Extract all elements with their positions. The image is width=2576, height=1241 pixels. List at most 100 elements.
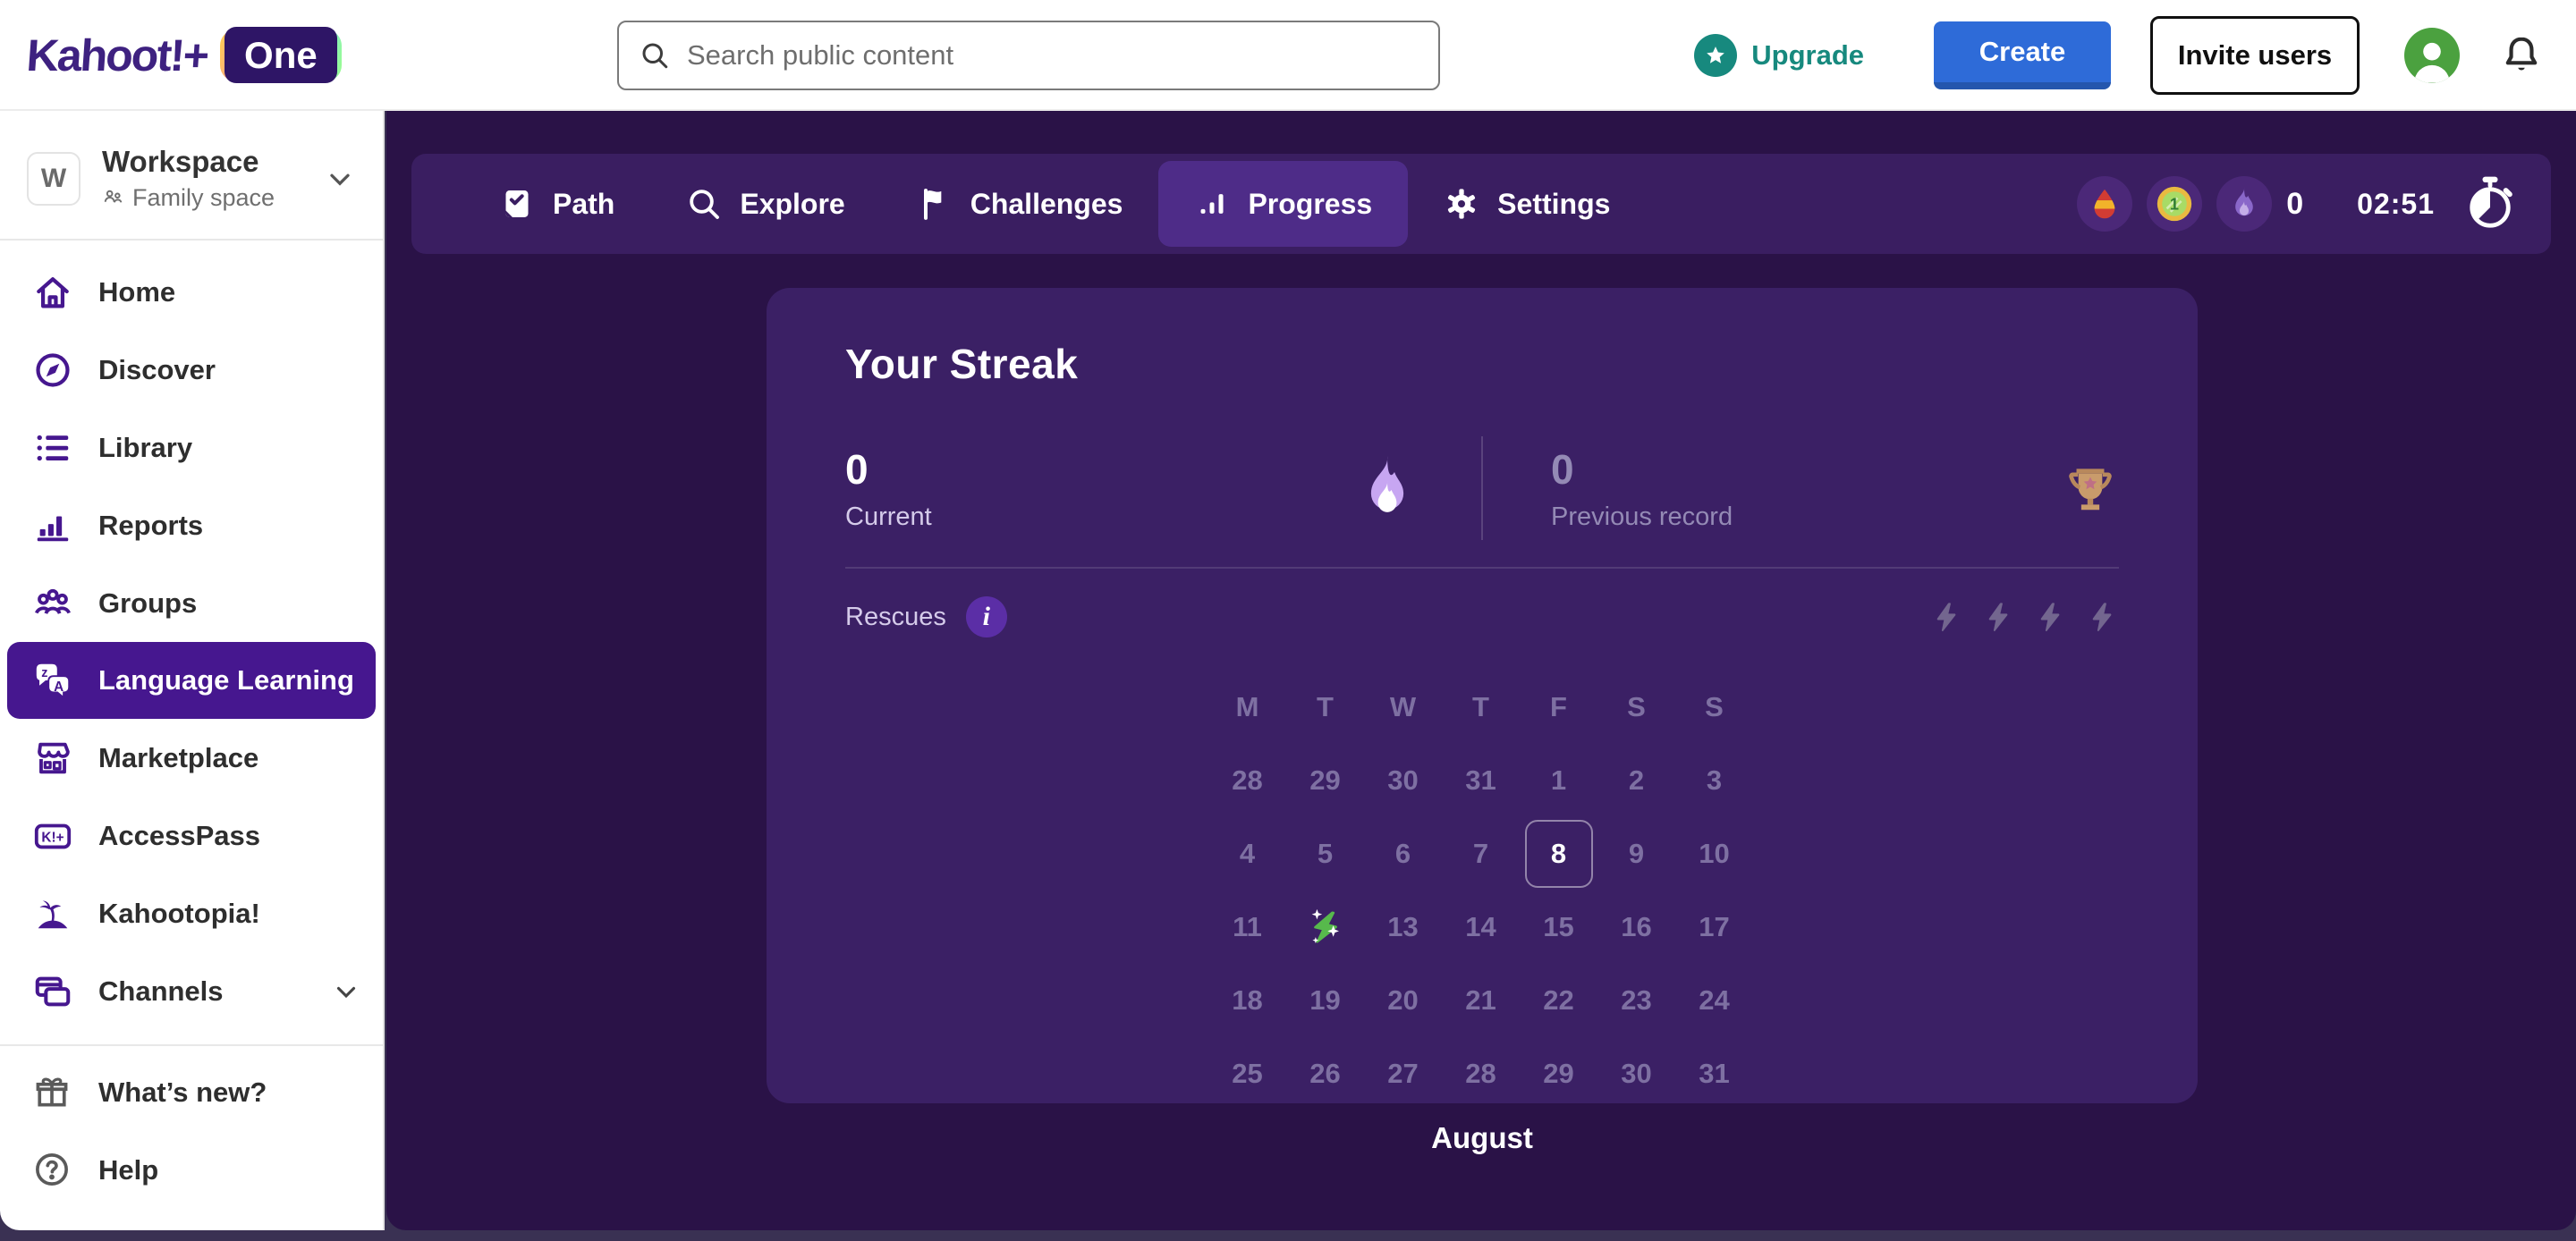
- calendar-weekday: F: [1550, 691, 1567, 722]
- progress-bars-icon: [1194, 186, 1230, 222]
- streak-flame-button[interactable]: [2216, 176, 2273, 232]
- calendar-weekdays: MTWTFSS: [1208, 671, 1756, 744]
- calendar-day: 31: [1465, 764, 1496, 796]
- info-icon[interactable]: i: [965, 596, 1007, 637]
- calendar-day: 30: [1621, 1058, 1652, 1089]
- divider: [845, 567, 2119, 569]
- accesspass-badge-icon: K!+: [32, 815, 73, 857]
- rescue-bolt-icon: [2085, 595, 2119, 638]
- language-bubbles-icon: z A: [32, 660, 73, 701]
- calendar-day: 1: [1550, 764, 1567, 796]
- coin-button[interactable]: 1: [2147, 176, 2203, 232]
- flag-icon: [917, 186, 953, 222]
- tab-path[interactable]: Path: [463, 154, 650, 254]
- sidebar-item-library[interactable]: Library: [0, 409, 383, 486]
- tab-settings[interactable]: Settings: [1408, 154, 1646, 254]
- one-badge-label: One: [225, 27, 337, 83]
- calendar-day: 8: [1524, 817, 1593, 891]
- language-flag-button[interactable]: [2077, 176, 2133, 232]
- bar-chart-icon: [32, 505, 73, 546]
- main-content: Path Explore Challenges Progress Setting…: [386, 111, 2576, 1230]
- chevron-down-icon: [331, 976, 361, 1007]
- workspace-title: Workspace: [102, 145, 259, 178]
- streak-day-bolt-icon: [1311, 908, 1339, 944]
- calendar-day: 20: [1387, 984, 1419, 1016]
- star-icon: [1694, 34, 1738, 77]
- calendar-day: 14: [1465, 911, 1496, 942]
- account-avatar[interactable]: [2404, 28, 2460, 83]
- rescue-bolts: [1929, 595, 2119, 638]
- calendar-day: 29: [1543, 1058, 1574, 1089]
- calendar-day: 30: [1387, 764, 1419, 796]
- sidebar-item-discover[interactable]: Discover: [0, 331, 383, 409]
- calendar-today: 8: [1524, 820, 1593, 888]
- spain-flag-droplet-icon: [2094, 189, 2115, 219]
- workspace-avatar: W: [27, 151, 80, 206]
- divider: [0, 1044, 383, 1046]
- upgrade-button[interactable]: Upgrade: [1694, 34, 1864, 77]
- workspace-switcher[interactable]: W Workspace Family space: [0, 111, 383, 239]
- calendar-weekday: M: [1235, 691, 1259, 722]
- rescue-bolt-icon: [1929, 595, 1963, 638]
- calendar-day: 24: [1699, 984, 1730, 1016]
- sidebar-item-accesspass[interactable]: K!+ AccessPass: [0, 797, 383, 874]
- calendar-day: 5: [1317, 838, 1334, 869]
- path-checklist-icon: [499, 186, 535, 222]
- sidebar-item-language-learning[interactable]: z A Language Learning: [7, 642, 376, 719]
- calendar-day: 6: [1394, 838, 1411, 869]
- rescue-bolt-icon: [2033, 595, 2067, 638]
- calendar-day: 16: [1621, 911, 1652, 942]
- people-icon: [32, 583, 73, 624]
- tab-explore[interactable]: Explore: [650, 154, 880, 254]
- home-icon: [32, 272, 73, 313]
- flame-icon: [1361, 452, 1413, 524]
- calendar-day: 11: [1233, 911, 1262, 942]
- notifications-bell-icon[interactable]: [2499, 33, 2544, 78]
- calendar-day: 23: [1621, 984, 1652, 1016]
- calendar-day: 10: [1699, 838, 1730, 869]
- tab-challenges[interactable]: Challenges: [881, 154, 1159, 254]
- chevron-down-icon: [324, 163, 356, 195]
- current-streak-value: 0: [845, 445, 869, 493]
- calendar-day: 2: [1628, 764, 1645, 796]
- stopwatch-icon[interactable]: [2462, 175, 2519, 232]
- calendar-day: 4: [1239, 838, 1256, 869]
- calendar-day: 28: [1465, 1058, 1496, 1089]
- top-header: Kahoot!+ One Upgrade Create Invite users: [0, 0, 2576, 111]
- calendar-day: 28: [1232, 764, 1263, 796]
- calendar-month-label: August: [1431, 1121, 1533, 1154]
- compass-icon: [32, 350, 73, 391]
- calendar-weekday: S: [1627, 691, 1646, 722]
- kahoot-logo-text: Kahoot!+: [25, 30, 210, 80]
- svg-text:A: A: [54, 680, 64, 695]
- gift-icon: [32, 1072, 73, 1113]
- calendar-grid: 28 29 30 31 1 2 3 4 5 6 7 8 9 10 11 13 14 15 16 17 18 19 20 21 2…: [1208, 744, 1756, 1110]
- calendar-day: 22: [1543, 984, 1574, 1016]
- invite-users-button[interactable]: Invite users: [2150, 16, 2360, 95]
- trophy-icon: [2062, 460, 2119, 516]
- calendar-day: 25: [1232, 1058, 1263, 1089]
- help-button[interactable]: Help: [0, 1131, 383, 1209]
- search-bar[interactable]: [617, 21, 1440, 90]
- sidebar-item-marketplace[interactable]: Marketplace: [0, 719, 383, 797]
- whats-new-button[interactable]: What’s new?: [0, 1053, 383, 1131]
- calendar-weekday: S: [1705, 691, 1724, 722]
- streak-count: 0: [2286, 186, 2304, 221]
- tab-progress[interactable]: Progress: [1158, 161, 1409, 247]
- sidebar: W Workspace Family space Home Discover L…: [0, 111, 385, 1230]
- search-input[interactable]: [687, 39, 1419, 72]
- streak-calendar: MTWTFSS 28 29 30 31 1 2 3 4 5 6 7 8 9 10 11 13 14 15 16 17 1…: [1208, 671, 1756, 1155]
- sidebar-item-groups[interactable]: Groups: [0, 564, 383, 642]
- calendar-day: 26: [1309, 1058, 1341, 1089]
- create-button[interactable]: Create: [1934, 21, 2111, 89]
- coin-icon: 1: [2157, 186, 2192, 222]
- sidebar-item-kahootopia[interactable]: Kahootopia!: [0, 874, 383, 952]
- list-icon: [32, 427, 73, 469]
- sidebar-item-home[interactable]: Home: [0, 253, 383, 331]
- flame-icon: [2235, 187, 2254, 216]
- sidebar-item-channels[interactable]: Channels: [0, 952, 383, 1030]
- kahoot-logo[interactable]: Kahoot!+ One: [25, 0, 342, 111]
- your-streak-card: Your Streak 0 Current 0 Previous record: [767, 288, 2198, 1154]
- svg-text:K!+: K!+: [41, 830, 64, 845]
- sidebar-item-reports[interactable]: Reports: [0, 486, 383, 564]
